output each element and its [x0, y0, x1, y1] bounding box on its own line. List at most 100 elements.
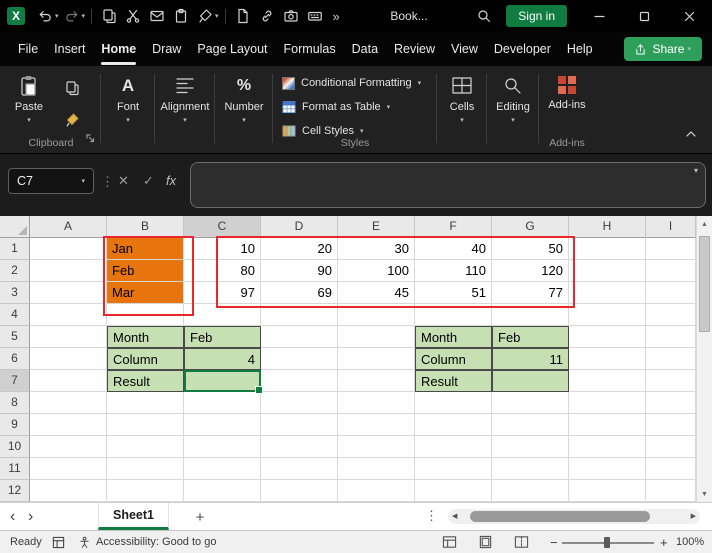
cells-button[interactable]: Cells ▾ [440, 66, 484, 153]
vertical-scrollbar[interactable]: ▲ ▼ [696, 216, 712, 502]
cell-E3[interactable]: 45 [338, 282, 415, 304]
qat-overflow-button[interactable]: » [327, 9, 346, 24]
cell-I5[interactable] [646, 326, 696, 348]
cell-B12[interactable] [107, 480, 184, 502]
cell-H3[interactable] [569, 282, 646, 304]
row-header-6[interactable]: 6 [0, 348, 30, 370]
horizontal-scroll-thumb[interactable] [470, 511, 650, 522]
cell-I4[interactable] [646, 304, 696, 326]
menu-tab-developer[interactable]: Developer [486, 32, 559, 66]
row-header-12[interactable]: 12 [0, 480, 30, 502]
cell-F12[interactable] [415, 480, 492, 502]
macro-record-button[interactable] [52, 531, 65, 553]
cell-D8[interactable] [261, 392, 338, 414]
clipboard-dialog-launcher[interactable] [86, 130, 95, 148]
cell-C2[interactable]: 80 [184, 260, 261, 282]
menu-tab-review[interactable]: Review [386, 32, 443, 66]
insert-function-button[interactable]: fx [166, 173, 176, 188]
cell-E4[interactable] [338, 304, 415, 326]
format-painter-button[interactable] [60, 108, 84, 132]
accessibility-status-label[interactable]: Accessibility: Good to go [96, 531, 216, 553]
cell-F4[interactable] [415, 304, 492, 326]
cell-A6[interactable] [30, 348, 107, 370]
cell-G7[interactable] [492, 370, 569, 392]
previous-sheet-button[interactable]: ‹ [10, 503, 15, 530]
cell-B5[interactable]: Month [107, 326, 184, 348]
cell-E10[interactable] [338, 436, 415, 458]
cell-B3[interactable]: Mar [107, 282, 184, 304]
cell-I3[interactable] [646, 282, 696, 304]
maximize-button[interactable] [622, 0, 667, 32]
column-header-G[interactable]: G [492, 216, 569, 238]
cell-D11[interactable] [261, 458, 338, 480]
scroll-up-arrow[interactable]: ▲ [697, 216, 712, 232]
cell-I6[interactable] [646, 348, 696, 370]
formula-bar-expand-caret[interactable]: ▾ [694, 166, 698, 175]
cell-H12[interactable] [569, 480, 646, 502]
vertical-scroll-thumb[interactable] [699, 236, 710, 332]
row-header-10[interactable]: 10 [0, 436, 30, 458]
cell-I11[interactable] [646, 458, 696, 480]
cell-A2[interactable] [30, 260, 107, 282]
row-header-4[interactable]: 4 [0, 304, 30, 326]
menu-tab-data[interactable]: Data [344, 32, 386, 66]
cell-C1[interactable]: 10 [184, 238, 261, 260]
cell-C5[interactable]: Feb [184, 326, 261, 348]
cell-A7[interactable] [30, 370, 107, 392]
cell-I2[interactable] [646, 260, 696, 282]
enter-entry-button[interactable]: ✓ [143, 173, 154, 189]
row-header-2[interactable]: 2 [0, 260, 30, 282]
cell-G6[interactable]: 11 [492, 348, 569, 370]
row-header-11[interactable]: 11 [0, 458, 30, 480]
page-layout-view-button[interactable] [478, 531, 493, 553]
cell-F6[interactable]: Column [415, 348, 492, 370]
cell-G10[interactable] [492, 436, 569, 458]
paste-button-quick[interactable] [169, 3, 193, 29]
scroll-right-arrow[interactable]: ▶ [691, 510, 696, 523]
menu-tab-view[interactable]: View [443, 32, 486, 66]
cut-button[interactable] [121, 3, 145, 29]
cell-H7[interactable] [569, 370, 646, 392]
undo-dropdown-caret[interactable]: ▾ [55, 12, 59, 20]
scroll-left-arrow[interactable]: ◀ [452, 510, 457, 523]
cell-C9[interactable] [184, 414, 261, 436]
cell-F8[interactable] [415, 392, 492, 414]
cell-B9[interactable] [107, 414, 184, 436]
cell-C10[interactable] [184, 436, 261, 458]
cell-E7[interactable] [338, 370, 415, 392]
cell-A12[interactable] [30, 480, 107, 502]
cell-D4[interactable] [261, 304, 338, 326]
cell-H9[interactable] [569, 414, 646, 436]
cell-E5[interactable] [338, 326, 415, 348]
format-as-table-button[interactable]: Format as Table ▾ [278, 96, 432, 118]
row-header-9[interactable]: 9 [0, 414, 30, 436]
cell-E8[interactable] [338, 392, 415, 414]
sign-in-button[interactable]: Sign in [506, 5, 567, 27]
cell-A9[interactable] [30, 414, 107, 436]
row-header-1[interactable]: 1 [0, 238, 30, 260]
column-header-C[interactable]: C [184, 216, 261, 238]
row-header-3[interactable]: 3 [0, 282, 30, 304]
keyboard-button[interactable] [303, 3, 327, 29]
cell-B10[interactable] [107, 436, 184, 458]
horizontal-scrollbar[interactable]: ◀ ▶ [448, 509, 700, 524]
copy-small-button[interactable] [60, 76, 84, 100]
cell-C3[interactable]: 97 [184, 282, 261, 304]
accessibility-checker-button[interactable] [78, 531, 91, 553]
redo-button[interactable] [60, 3, 84, 29]
cell-C4[interactable] [184, 304, 261, 326]
cell-A4[interactable] [30, 304, 107, 326]
cell-B2[interactable]: Feb [107, 260, 184, 282]
menu-tab-file[interactable]: File [10, 32, 46, 66]
cell-H11[interactable] [569, 458, 646, 480]
cell-C8[interactable] [184, 392, 261, 414]
mail-button[interactable] [145, 3, 169, 29]
menu-tab-draw[interactable]: Draw [144, 32, 189, 66]
cell-E11[interactable] [338, 458, 415, 480]
cell-D2[interactable]: 90 [261, 260, 338, 282]
cell-G4[interactable] [492, 304, 569, 326]
next-sheet-button[interactable]: › [28, 503, 33, 530]
formula-input[interactable] [190, 162, 706, 208]
font-button[interactable]: A Font ▾ [104, 66, 152, 153]
cell-G1[interactable]: 50 [492, 238, 569, 260]
